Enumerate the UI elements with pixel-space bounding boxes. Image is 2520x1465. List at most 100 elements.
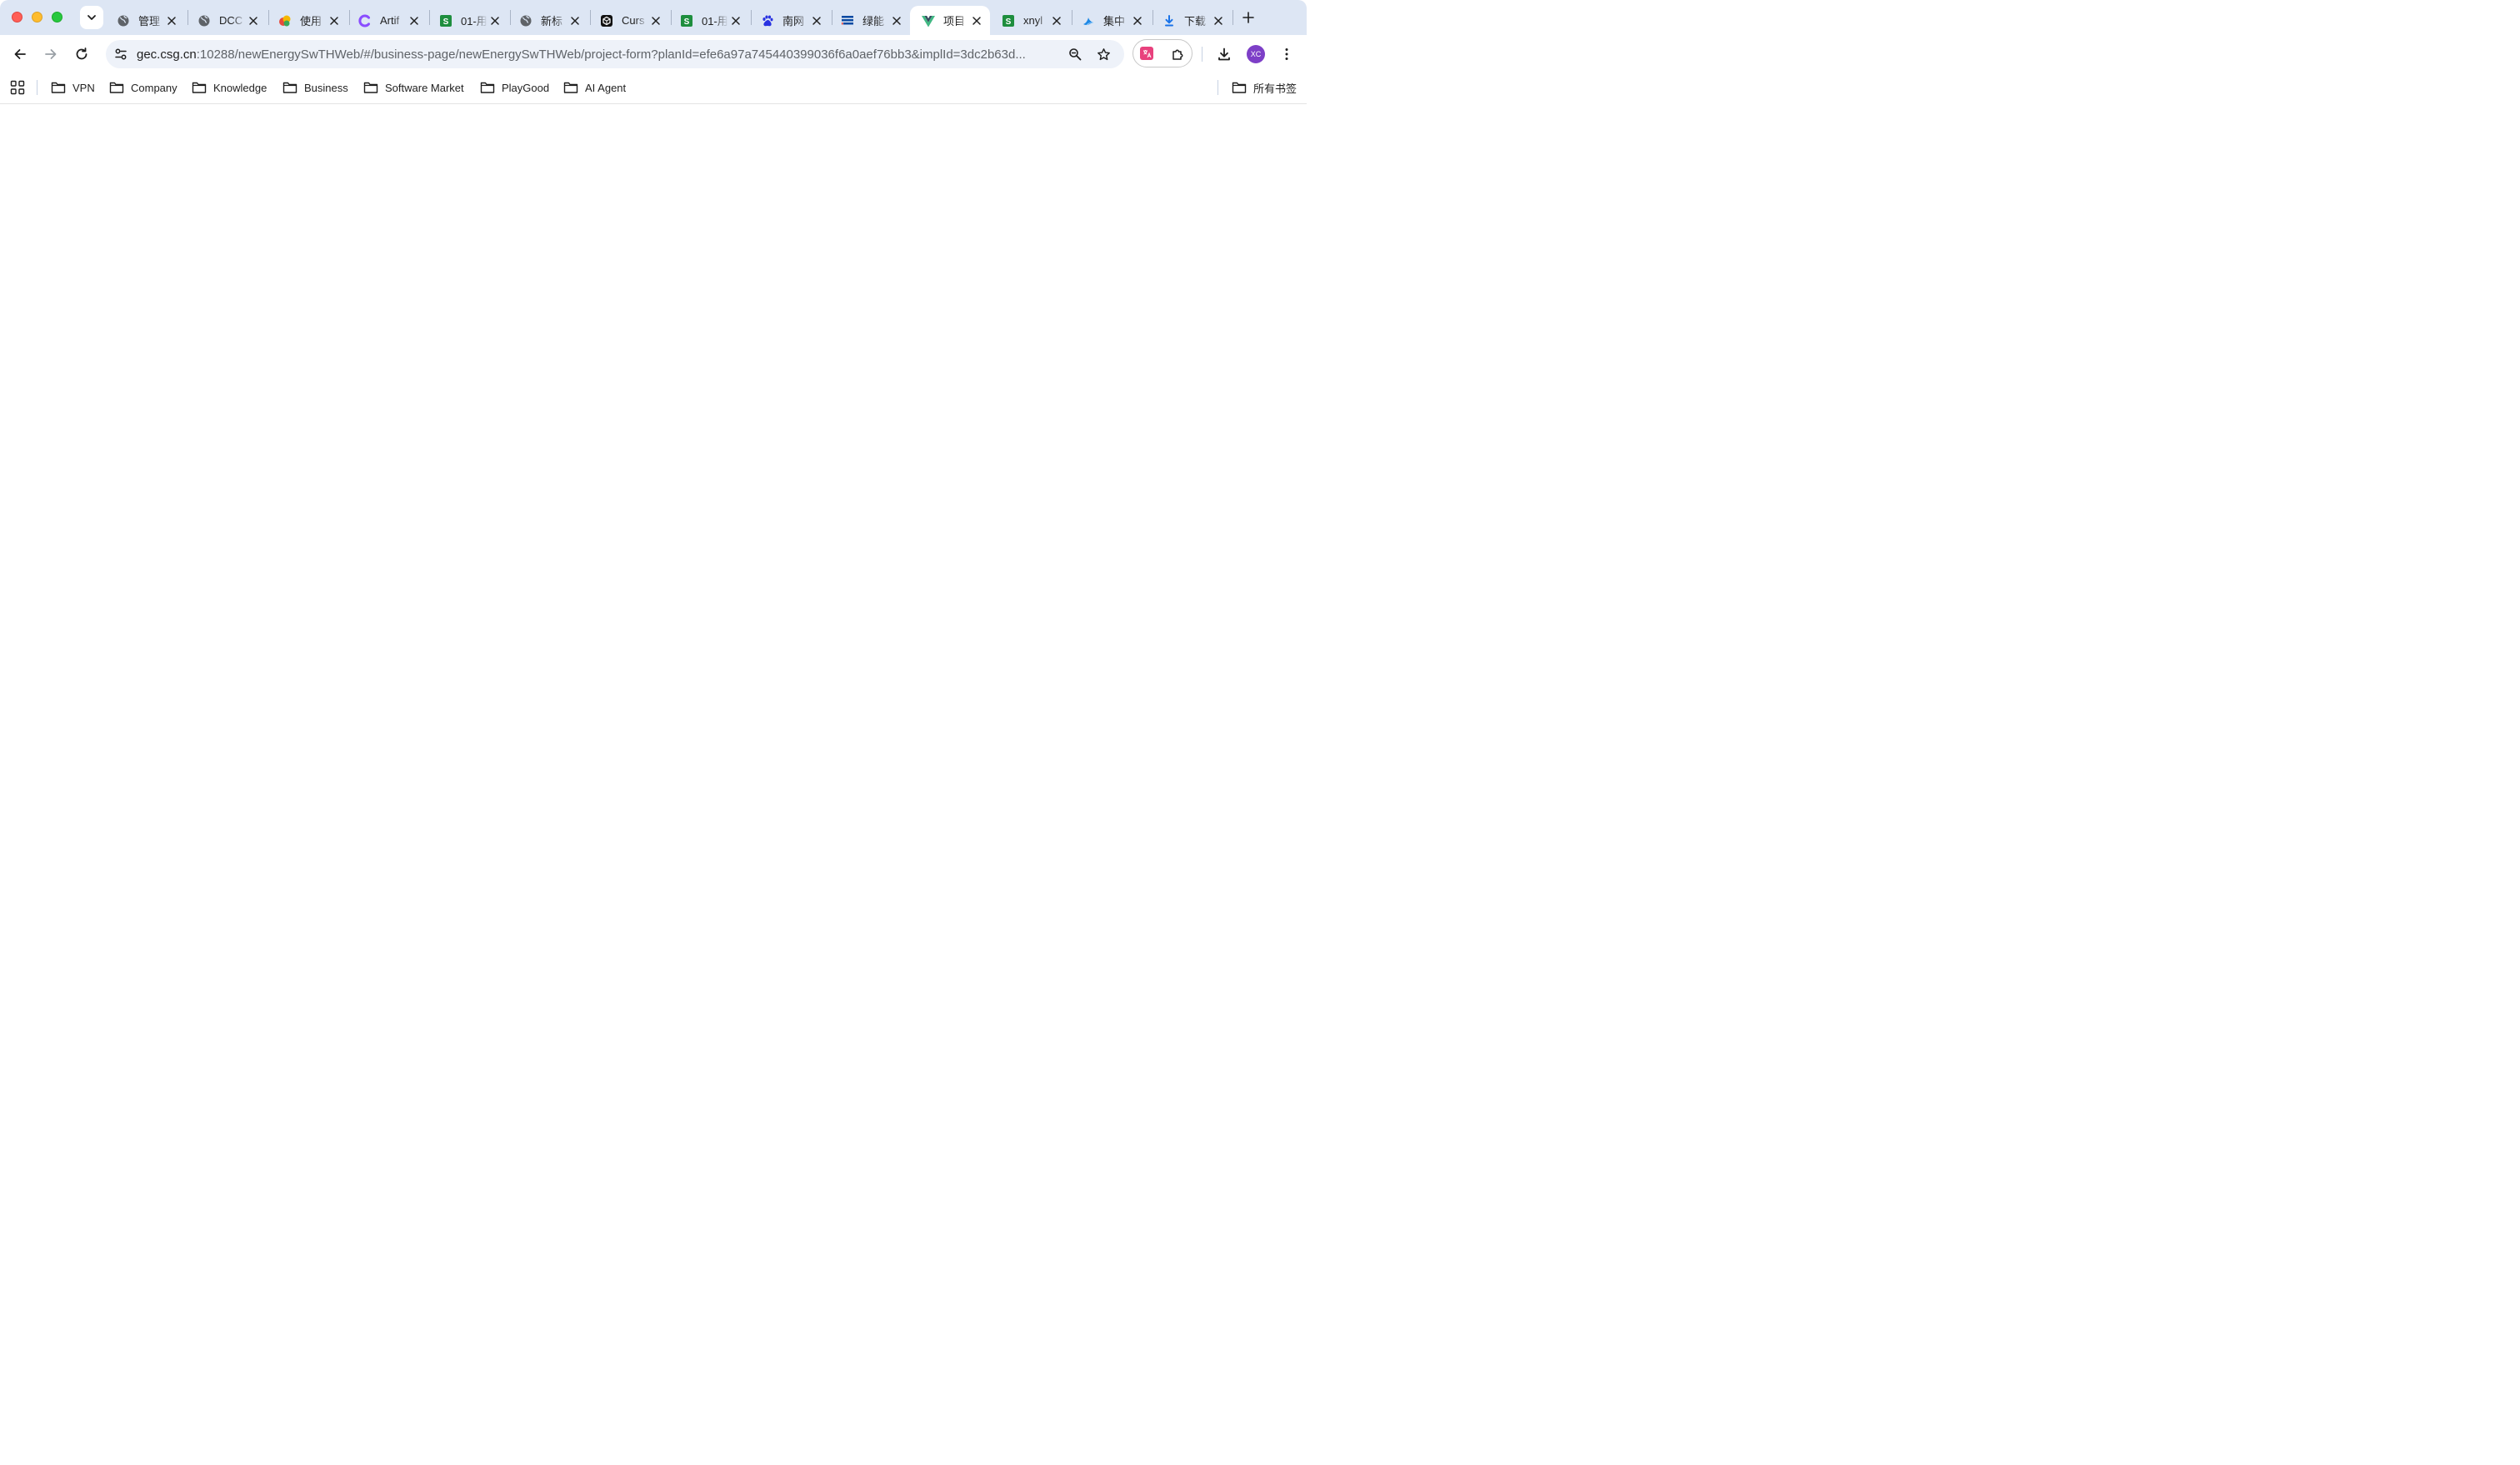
extensions-group [1132,39,1192,68]
profile-avatar[interactable]: XC [1247,45,1265,63]
forward-button[interactable] [41,44,61,64]
all-bookmarks-button[interactable]: 所有书签 [1232,78,1297,97]
close-window-button[interactable] [12,12,22,22]
site-info-icon[interactable] [112,46,129,62]
tab-5[interactable]: S 01-用 [428,6,508,35]
globe-icon [198,14,211,28]
folder-icon [51,82,66,93]
chevron-down-icon [88,15,96,20]
url-text[interactable]: gec.csg.cn:10288/newEnergySwTHWeb/#/busi… [137,48,1058,62]
tab-10[interactable]: 绿能 [829,6,910,35]
tab-11-active[interactable]: 项目 [910,6,990,35]
close-tab-icon[interactable] [810,14,823,28]
zoom-window-button[interactable] [52,12,62,22]
tab-2[interactable]: DCC [186,6,267,35]
svg-text:S: S [684,18,690,27]
bird-logo-icon [1082,14,1095,28]
tab-9[interactable]: 南网 [749,6,830,35]
bookmark-label: AI Agent [585,81,627,94]
zoom-icon[interactable] [1067,46,1083,62]
sheets-icon: S [1002,14,1015,28]
tab-title: 绿能 [862,15,885,28]
bookmarks-bar: VPN Company Knowledge Business Software … [0,73,1307,104]
close-tab-icon[interactable] [1131,14,1144,28]
downloads-button[interactable] [1214,44,1234,64]
bookmark-folder-playgood[interactable]: PlayGood [480,78,549,97]
plus-icon [1242,12,1254,23]
tab-separator [1232,10,1233,25]
back-button[interactable] [10,44,30,64]
tab-13[interactable]: 集中 [1070,6,1151,35]
download-tray-icon [1218,48,1230,61]
translate-extension-icon[interactable] [1140,47,1153,60]
reload-button[interactable] [72,44,92,64]
folder-icon [480,82,495,93]
folder-icon [192,82,207,93]
browser-menu-button[interactable] [1277,44,1297,64]
tab-14[interactable]: 下载 [1151,6,1232,35]
tab-title: Curs [622,14,645,27]
tab-strip: 管理 DCC 使用 Artif S 01-用 新标 Curs S 01-用 南网… [0,0,1307,35]
close-tab-icon[interactable] [729,14,742,28]
tab-title: 01-用 [702,15,728,28]
close-tab-icon[interactable] [970,14,983,28]
tab-title: 新标 [541,15,563,28]
reload-icon [76,48,88,60]
folder-icon [563,82,578,93]
close-tab-icon[interactable] [890,14,903,28]
tab-title: xnyl [1023,14,1043,27]
close-tab-icon[interactable] [408,14,421,28]
tab-title: 南网 [782,15,805,28]
bookmark-label: Software Market [385,81,464,94]
folder-icon [363,82,378,93]
bookmark-separator [37,80,38,95]
page-content-blank [0,105,1307,760]
tab-title: 下载 [1184,15,1207,28]
minimize-window-button[interactable] [32,12,42,22]
bookmark-folder-knowledge[interactable]: Knowledge [192,78,267,97]
arrow-left-icon [14,49,26,59]
bookmark-folder-company[interactable]: Company [109,78,178,97]
tab-title: 管理 [138,15,161,28]
bookmark-folder-business[interactable]: Business [282,78,348,97]
sheets-icon: S [439,14,452,28]
svg-text:S: S [443,18,449,27]
bookmark-label: Business [304,81,348,94]
new-tab-button[interactable] [1238,8,1258,28]
tab-title: 集中 [1103,15,1126,28]
close-tab-icon[interactable] [328,14,341,28]
bookmark-folder-vpn[interactable]: VPN [51,78,95,97]
extensions-puzzle-icon[interactable] [1170,46,1187,62]
tab-search-button[interactable] [80,6,103,29]
bookmark-folder-software-market[interactable]: Software Market [363,78,464,97]
close-tab-icon[interactable] [1212,14,1225,28]
apps-grid-icon[interactable] [10,80,25,95]
more-vertical-icon [1285,48,1288,60]
close-tab-icon[interactable] [568,14,582,28]
close-tab-icon[interactable] [165,14,178,28]
tab-4[interactable]: Artif [347,6,428,35]
bookmark-folder-ai-agent[interactable]: AI Agent [563,78,626,97]
tab-1[interactable]: 管理 [105,6,185,35]
globe-icon [117,14,130,28]
tab-12[interactable]: S xnyl [990,6,1070,35]
close-tab-icon[interactable] [1050,14,1063,28]
colorful-blob-icon [278,14,292,28]
tab-title: 使用 [300,15,322,28]
svg-text:S: S [1006,18,1012,27]
url-path: :10288/newEnergySwTHWeb/#/business-page/… [196,48,1026,62]
sheets-icon: S [680,14,693,28]
folder-icon [282,82,298,93]
tab-8[interactable]: S 01-用 [668,6,749,35]
bookmark-label: Company [131,81,178,94]
tab-3[interactable]: 使用 [267,6,348,35]
close-tab-icon[interactable] [649,14,662,28]
tab-6[interactable]: 新标 [508,6,588,35]
close-tab-icon[interactable] [247,14,260,28]
bookmark-star-icon[interactable] [1095,46,1112,62]
close-tab-icon[interactable] [488,14,502,28]
folder-icon [109,82,124,93]
address-bar[interactable]: gec.csg.cn:10288/newEnergySwTHWeb/#/busi… [106,40,1124,68]
tab-7[interactable]: Curs [588,6,669,35]
bookmark-label: Knowledge [213,81,268,94]
